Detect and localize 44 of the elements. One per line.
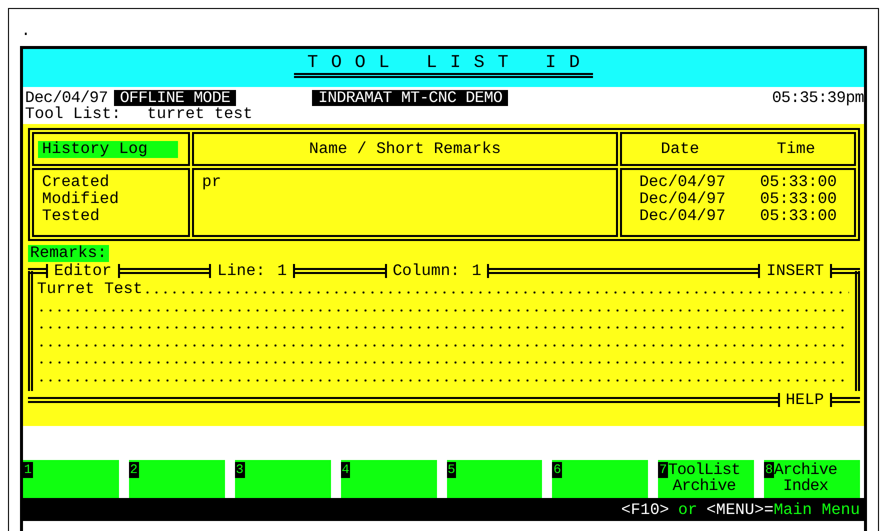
line-value: 1 xyxy=(276,262,288,280)
function-key[interactable]: 4 xyxy=(340,460,436,498)
function-key[interactable]: 2 xyxy=(128,460,225,498)
mode-label: INSERT xyxy=(765,262,826,280)
event-label: Tested xyxy=(42,208,101,225)
remarks-text: Turret Test xyxy=(37,280,143,298)
hint-text: or xyxy=(678,500,698,518)
event-label: Modified xyxy=(42,191,120,208)
tool-list-label: Tool List: xyxy=(25,106,122,124)
status-date: Dec/04/97 xyxy=(25,90,108,106)
time-cell: 05:33:00 xyxy=(760,174,837,191)
screen-title: TOOL LIST ID xyxy=(294,53,593,78)
system-name: INDRAMAT MT-CNC DEMO xyxy=(312,90,508,106)
date-cell: Dec/04/97 xyxy=(639,191,726,208)
column-header: Time xyxy=(776,140,816,158)
column-value: 1 xyxy=(470,262,482,280)
function-key[interactable]: 8Archive Index xyxy=(764,460,860,498)
history-log-label: History Log xyxy=(38,140,178,158)
time-cell: 05:33:00 xyxy=(760,208,837,225)
status-time: 05:35:39pm xyxy=(772,90,864,106)
column-label: Column: xyxy=(392,262,461,280)
function-key[interactable]: 6 xyxy=(552,460,648,498)
editor-label: Editor xyxy=(53,262,113,280)
event-label: Created xyxy=(42,174,110,191)
function-key[interactable]: 1 xyxy=(23,460,119,498)
tool-list-value: turret test xyxy=(147,106,253,124)
key-hint: <F10> xyxy=(621,500,670,518)
mode-badge: OFFLINE MODE xyxy=(114,90,236,106)
date-cell: Dec/04/97 xyxy=(639,174,726,191)
key-hint: <MENU>= xyxy=(706,500,774,518)
time-cell: 05:33:00 xyxy=(760,191,837,208)
frame-border-segment xyxy=(28,264,48,278)
function-key[interactable]: 7ToolList Archive xyxy=(658,460,754,498)
function-key[interactable]: 5 xyxy=(446,460,542,498)
column-header: Name / Short Remarks xyxy=(308,140,502,158)
line-label: Line: xyxy=(216,262,266,280)
function-key[interactable]: 3 xyxy=(234,460,331,498)
column-header: Date xyxy=(660,140,700,158)
table-cell-text: pr xyxy=(202,174,222,191)
date-cell: Dec/04/97 xyxy=(639,208,726,225)
help-label: HELP xyxy=(784,392,825,408)
hint-text: Main Menu xyxy=(774,500,860,518)
remarks-label: Remarks: xyxy=(28,245,109,262)
corner-mark: . xyxy=(21,23,31,39)
